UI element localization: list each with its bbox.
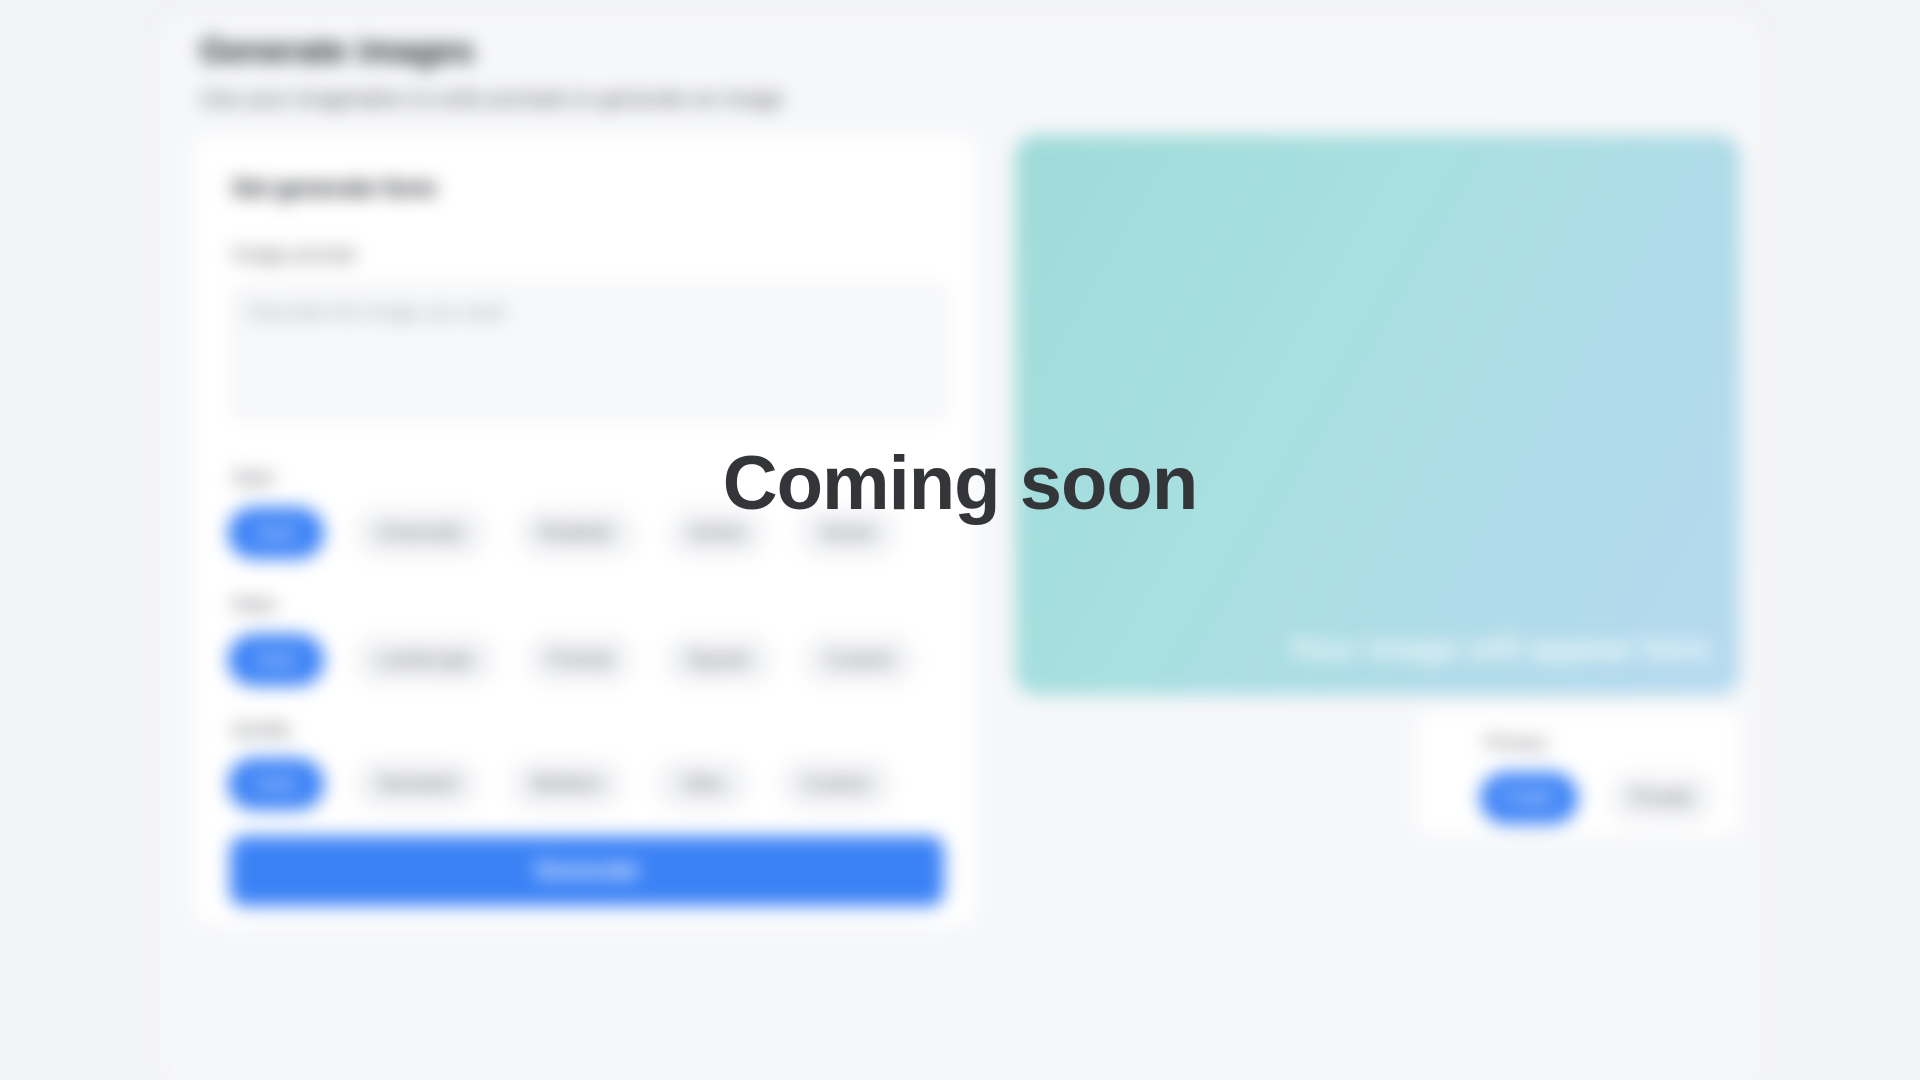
app-frame (160, 15, 1760, 1080)
privacy-label: Privacy (1485, 733, 1548, 754)
privacy-option-public[interactable]: Public (1480, 772, 1579, 824)
image-preview: Your image will appear here (1015, 135, 1740, 695)
prompt-textarea[interactable] (232, 285, 946, 419)
preview-caption: Your image will appear here (1287, 630, 1710, 666)
quality-option-medium[interactable]: Medium (509, 758, 625, 810)
coming-soon-message: Coming soon (722, 441, 1199, 526)
ratio-option-landscape[interactable]: Landscape (354, 634, 496, 686)
quality-option-custom[interactable]: Custom (780, 758, 894, 810)
generate-form-card (195, 135, 975, 925)
quality-option-ultra[interactable]: Ultra (654, 758, 751, 810)
page-title: Generate images (200, 32, 475, 70)
ratio-option-custom[interactable]: Custom (802, 634, 916, 686)
privacy-card (1418, 710, 1740, 835)
screen: Generate images Use your imagination to … (0, 0, 1920, 1080)
quality-label: Quality (232, 720, 292, 741)
quality-option-standard[interactable]: Standard (354, 758, 480, 810)
ratio-option-portrait[interactable]: Portrait (525, 634, 635, 686)
privacy-option-private[interactable]: Private (1608, 772, 1715, 824)
prompt-label: Image prompt (232, 244, 356, 266)
quality-options: Auto Standard Medium Ultra Custom (228, 758, 894, 810)
ratio-option-square[interactable]: Square (664, 634, 773, 686)
generate-button[interactable]: Generate (230, 836, 944, 906)
prompt-placeholder: Describe the image you want (248, 302, 506, 324)
blurred-background-app: Generate images Use your imagination to … (0, 0, 1920, 1080)
ratio-option-auto[interactable]: Auto (228, 634, 324, 686)
quality-option-auto[interactable]: Auto (228, 758, 324, 810)
ratio-options: Auto Landscape Portrait Square Custom (228, 634, 916, 686)
form-heading: Set generate form (232, 175, 437, 202)
ratio-label: Ratio (232, 595, 277, 616)
privacy-options: Public Private (1480, 772, 1715, 824)
page-subtitle: Use your imagination to write prompts to… (200, 86, 784, 111)
